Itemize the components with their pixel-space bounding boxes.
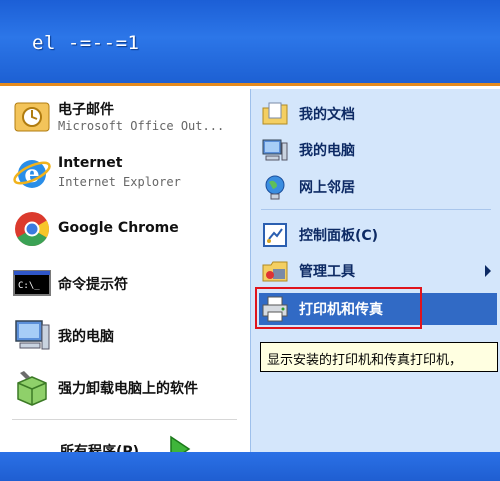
my-documents-item[interactable]: 我的文档 — [259, 98, 497, 130]
left-panel: 电子邮件 Microsoft Office Out... e Internet … — [0, 89, 250, 481]
internet-item[interactable]: e Internet Internet Explorer — [10, 149, 245, 197]
uninstaller-icon — [17, 371, 47, 406]
chrome-icon — [15, 212, 49, 246]
printers-tooltip: 显示安装的打印机和传真打印机， — [260, 342, 498, 372]
right-panel: 我的文档 我的电脑 网上邻居 控制面板(C) 管理工具 打印机和传真 — [250, 89, 500, 481]
documents-folder-icon — [262, 102, 288, 125]
email-item[interactable]: 电子邮件 Microsoft Office Out... — [10, 93, 245, 141]
my-computer-item[interactable]: 我的电脑 — [259, 134, 497, 166]
network-globe-icon — [265, 175, 285, 200]
control-panel-label: 控制面板(C) — [299, 228, 379, 244]
network-places-item[interactable]: 网上邻居 — [259, 171, 497, 203]
right-divider — [261, 209, 491, 210]
internet-explorer-icon: e — [13, 159, 51, 188]
network-places-label: 网上邻居 — [299, 180, 355, 196]
mycomputer-left-item[interactable]: 我的电脑 — [10, 311, 245, 359]
computer-icon — [15, 320, 50, 350]
highlight-red-box — [255, 287, 422, 329]
admin-tools-icon — [262, 261, 288, 282]
user-name: el -=--=1 — [32, 32, 140, 54]
internet-subtitle: Internet Explorer — [58, 175, 181, 189]
admin-tools-label: 管理工具 — [299, 264, 355, 280]
start-menu-header: el -=--=1 — [0, 0, 500, 86]
email-title: 电子邮件 — [58, 102, 114, 118]
email-subtitle: Microsoft Office Out... — [58, 119, 225, 133]
control-panel-item[interactable]: 控制面板(C) — [259, 219, 497, 251]
command-prompt-icon: C:\_ — [13, 270, 51, 296]
internet-title: Internet — [58, 155, 123, 171]
outlook-email-icon — [14, 102, 50, 132]
mycomputer-left-title: 我的电脑 — [58, 329, 114, 345]
start-menu-footer — [0, 452, 500, 481]
control-panel-icon — [263, 223, 287, 247]
admin-tools-item[interactable]: 管理工具 — [259, 255, 497, 287]
left-divider — [12, 419, 237, 420]
my-documents-label: 我的文档 — [299, 107, 355, 123]
start-menu: el -=--=1 电子邮件 Microsoft Office Out... e… — [0, 0, 500, 481]
uninstall-title: 强力卸载电脑上的软件 — [58, 381, 198, 397]
my-computer-label: 我的电脑 — [299, 143, 355, 159]
cmd-title: 命令提示符 — [58, 277, 128, 293]
cmd-item[interactable]: C:\_ 命令提示符 — [10, 259, 245, 307]
uninstall-item[interactable]: 强力卸载电脑上的软件 — [10, 363, 245, 411]
computer-icon — [262, 139, 288, 161]
chrome-item[interactable]: Google Chrome — [10, 205, 245, 253]
svg-text:C:\_: C:\_ — [18, 281, 40, 291]
submenu-arrow-icon — [485, 265, 491, 277]
chrome-title: Google Chrome — [58, 220, 179, 236]
